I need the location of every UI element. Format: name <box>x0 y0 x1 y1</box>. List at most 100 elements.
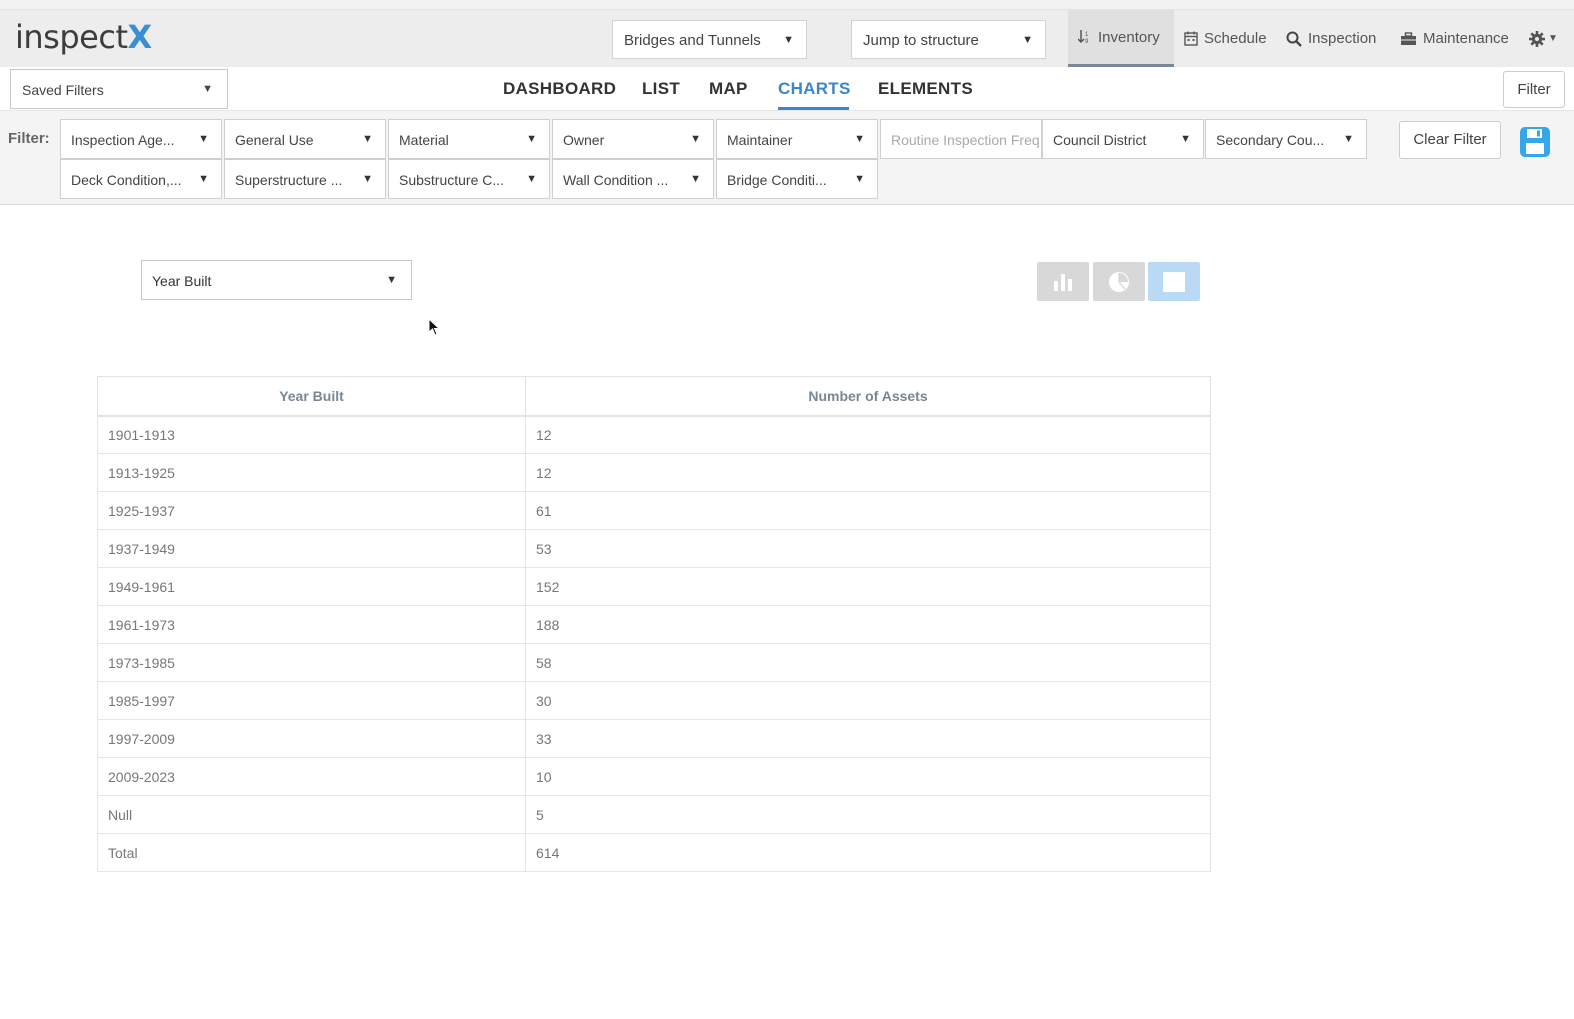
pie-chart-view-button[interactable] <box>1093 262 1145 301</box>
filter-inspection-age[interactable]: Inspection Age... ▼ <box>60 119 222 159</box>
total-count-cell: 614 <box>525 833 1211 872</box>
chevron-down-icon: ▼ <box>690 173 701 185</box>
filter-bar: Filter: Inspection Age... ▼ General Use ▼ … <box>0 111 1574 205</box>
filter-value: Routine Inspection Freq <box>891 132 1040 148</box>
logo-text: inspect <box>15 18 128 56</box>
asset-type-value: Bridges and Tunnels <box>624 32 761 49</box>
filter-superstructure[interactable]: Superstructure ... ▼ <box>224 159 386 199</box>
tab-map[interactable]: MAP <box>709 79 748 99</box>
asset-count-cell: 152 <box>525 567 1211 606</box>
pie-chart-icon <box>1109 271 1129 292</box>
gear-icon <box>1529 30 1545 47</box>
calendar-icon <box>1184 31 1198 46</box>
table-row: 1973-1985 58 <box>97 643 1211 682</box>
table-row: 1949-1961 152 <box>97 567 1211 606</box>
filter-owner[interactable]: Owner ▼ <box>552 119 714 159</box>
tab-list[interactable]: LIST <box>642 79 680 99</box>
filter-council-district[interactable]: Council District ▼ <box>1042 119 1204 159</box>
year-range-cell: 1949-1961 <box>97 567 526 606</box>
filter-substructure[interactable]: Substructure C... ▼ <box>388 159 550 199</box>
asset-count-cell: 33 <box>525 719 1211 758</box>
filter-value: Deck Condition,... <box>71 172 182 188</box>
filter-wall-condition[interactable]: Wall Condition ... ▼ <box>552 159 714 199</box>
asset-count-cell: 30 <box>525 681 1211 720</box>
jump-to-structure-dropdown[interactable]: Jump to structure ▼ <box>851 20 1046 59</box>
year-range-cell: 1973-1985 <box>97 643 526 682</box>
column-header-number-of-assets[interactable]: Number of Assets <box>525 376 1211 417</box>
table-icon <box>1163 271 1185 292</box>
chart-field-dropdown[interactable]: Year Built ▼ <box>141 260 412 300</box>
column-header-year-built[interactable]: Year Built <box>97 376 526 417</box>
filter-secondary-council[interactable]: Secondary Cou... ▼ <box>1205 119 1367 159</box>
chevron-down-icon: ▼ <box>854 173 865 185</box>
filter-deck-condition[interactable]: Deck Condition,... ▼ <box>60 159 222 199</box>
chevron-down-icon: ▼ <box>1180 133 1191 145</box>
chevron-down-icon: ▼ <box>783 33 794 46</box>
nav-schedule[interactable]: Schedule <box>1184 10 1267 67</box>
year-range-cell: 1913-1925 <box>97 453 526 492</box>
chart-field-value: Year Built <box>152 273 212 289</box>
year-range-cell: 1925-1937 <box>97 491 526 530</box>
filter-button[interactable]: Filter <box>1503 71 1565 108</box>
view-tab-bar: Saved Filters ▼ DASHBOARD LIST MAP CHART… <box>0 67 1574 111</box>
table-row: Null 5 <box>97 795 1211 834</box>
save-icon[interactable] <box>1519 126 1551 163</box>
jump-to-structure-placeholder: Jump to structure <box>863 32 979 49</box>
svg-text:1: 1 <box>1085 32 1089 38</box>
app-logo[interactable]: inspectX <box>15 18 152 56</box>
nav-inspection[interactable]: Inspection <box>1286 10 1376 67</box>
bar-chart-view-button[interactable] <box>1037 262 1089 301</box>
table-view-button[interactable] <box>1148 262 1200 301</box>
tab-elements[interactable]: ELEMENTS <box>878 79 973 99</box>
filter-value: Material <box>399 132 449 148</box>
chevron-down-icon: ▼ <box>1022 33 1033 46</box>
chevron-down-icon: ▼ <box>202 83 213 95</box>
clear-filter-button[interactable]: Clear Filter <box>1399 121 1501 159</box>
year-range-cell: 2009-2023 <box>97 757 526 796</box>
table-row: 1901-1913 12 <box>97 415 1211 454</box>
filter-material[interactable]: Material ▼ <box>388 119 550 159</box>
filter-value: Maintainer <box>727 132 793 148</box>
asset-type-dropdown[interactable]: Bridges and Tunnels ▼ <box>612 20 807 59</box>
nav-schedule-label: Schedule <box>1204 30 1267 47</box>
year-range-cell: 1901-1913 <box>97 415 526 454</box>
filter-maintainer[interactable]: Maintainer ▼ <box>716 119 878 159</box>
table-row: 2009-2023 10 <box>97 757 1211 796</box>
nav-inspection-label: Inspection <box>1308 30 1377 47</box>
table-row: 1925-1937 61 <box>97 491 1211 530</box>
tab-dashboard[interactable]: DASHBOARD <box>503 79 616 99</box>
filter-value: Substructure C... <box>399 172 505 188</box>
window-top-strip <box>0 0 1574 10</box>
asset-count-cell: 58 <box>525 643 1211 682</box>
nav-maintenance-label: Maintenance <box>1423 30 1509 47</box>
tab-charts[interactable]: CHARTS <box>778 79 851 99</box>
year-range-cell: 1961-1973 <box>97 605 526 644</box>
filter-routine-inspection-freq[interactable]: Routine Inspection Freq <box>880 119 1042 159</box>
table-row: 1913-1925 12 <box>97 453 1211 492</box>
table-row: 1985-1997 30 <box>97 681 1211 720</box>
table-row: 1961-1973 188 <box>97 605 1211 644</box>
filter-value: Council District <box>1053 132 1147 148</box>
saved-filters-dropdown[interactable]: Saved Filters ▼ <box>10 69 228 109</box>
chevron-down-icon: ▼ <box>386 274 397 286</box>
nav-maintenance[interactable]: Maintenance <box>1400 10 1509 67</box>
settings-menu[interactable]: ▼ <box>1528 10 1558 67</box>
asset-count-cell: 188 <box>525 605 1211 644</box>
year-built-table: Year Built Number of Assets 1901-1913 12 … <box>97 376 1211 872</box>
asset-count-cell: 61 <box>525 491 1211 530</box>
chevron-down-icon: ▼ <box>198 133 209 145</box>
filter-bridge-condition[interactable]: Bridge Conditi... ▼ <box>716 159 878 199</box>
nav-inventory-label: Inventory <box>1098 28 1160 46</box>
filter-value: Inspection Age... <box>71 132 175 148</box>
year-range-cell: 1997-2009 <box>97 719 526 758</box>
year-range-cell: Null <box>97 795 526 834</box>
search-icon <box>1286 31 1302 47</box>
filter-general-use[interactable]: General Use ▼ <box>224 119 386 159</box>
filter-value: Wall Condition ... <box>563 172 669 188</box>
filter-value: Superstructure ... <box>235 172 343 188</box>
table-total-row: Total 614 <box>97 833 1211 872</box>
filter-label: Filter: <box>8 130 50 147</box>
table-header-row: Year Built Number of Assets <box>97 376 1211 417</box>
saved-filters-label: Saved Filters <box>22 82 104 98</box>
nav-inventory[interactable]: 19 Inventory <box>1068 10 1174 67</box>
